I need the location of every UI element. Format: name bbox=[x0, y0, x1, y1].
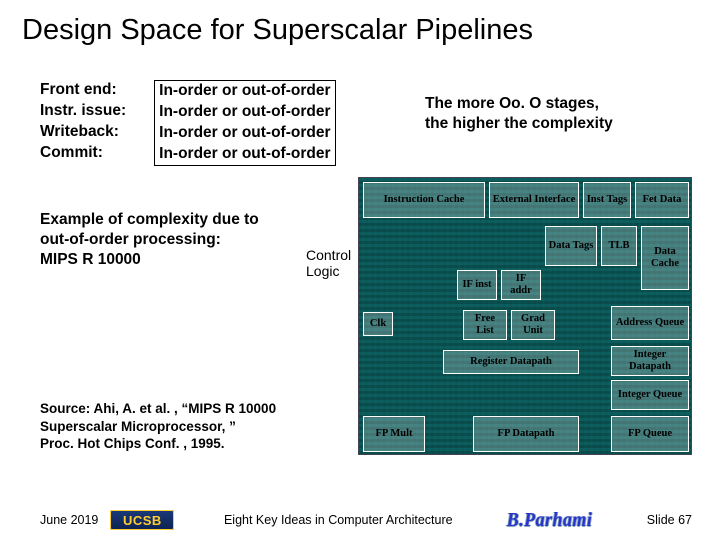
note-line: The more Oo. O stages, bbox=[425, 94, 613, 114]
chip-block-grad-unit: Grad Unit bbox=[511, 310, 555, 340]
source-citation: Source: Ahi, A. et al. , “MIPS R 10000 S… bbox=[40, 400, 276, 453]
chip-block-tlb: TLB bbox=[601, 226, 637, 266]
chip-block-fp-mult: FP Mult bbox=[363, 416, 425, 452]
stage-label: Front end: bbox=[40, 80, 126, 101]
footer-date: June 2019 bbox=[40, 513, 98, 527]
source-line: Superscalar Microprocessor, ” bbox=[40, 418, 276, 436]
complexity-note: The more Oo. O stages, the higher the co… bbox=[425, 94, 613, 134]
chip-block-addr-queue: Address Queue bbox=[611, 306, 689, 340]
source-line: Proc. Hot Chips Conf. , 1995. bbox=[40, 435, 276, 453]
stage-labels-col: Front end: Instr. issue: Writeback: Comm… bbox=[40, 80, 126, 164]
source-line: Source: Ahi, A. et al. , “MIPS R 10000 bbox=[40, 400, 276, 418]
chip-block-free-list: Free List bbox=[463, 310, 507, 340]
stage-values-col: In-order or out-of-order In-order or out… bbox=[154, 80, 335, 166]
stage-label: Writeback: bbox=[40, 122, 126, 143]
chip-die-image: Instruction Cache External Interface Ins… bbox=[358, 177, 692, 455]
slide-title: Design Space for Superscalar Pipelines bbox=[0, 0, 720, 47]
footer-center: Eight Key Ideas in Computer Architecture bbox=[224, 513, 453, 527]
stage-value: In-order or out-of-order bbox=[159, 123, 330, 144]
chip-block-instr-cache: Instruction Cache bbox=[363, 182, 485, 218]
control-logic-label: Control Logic bbox=[306, 247, 351, 279]
chip-block-int-datapath: Integer Datapath bbox=[611, 346, 689, 376]
example-line: MIPS R 10000 bbox=[40, 250, 259, 270]
chip-block-if-addr: IF addr bbox=[501, 270, 541, 300]
stage-value: In-order or out-of-order bbox=[159, 81, 330, 102]
chip-block-ext-if: External Interface bbox=[489, 182, 579, 218]
chip-block-fp-queue: FP Queue bbox=[611, 416, 689, 452]
note-line: the higher the complexity bbox=[425, 114, 613, 134]
footer-author: B.Parhami bbox=[507, 510, 593, 530]
chip-block-if-inst: IF inst bbox=[457, 270, 497, 300]
footer-left: June 2019 UCSB bbox=[40, 510, 174, 530]
footer-slide-number: Slide 67 bbox=[647, 513, 692, 527]
chip-block-inst-tags: Inst Tags bbox=[583, 182, 631, 218]
stage-label: Instr. issue: bbox=[40, 101, 126, 122]
chip-block-data-cache: Data Cache bbox=[641, 226, 689, 290]
chip-block-data-tags: Data Tags bbox=[545, 226, 597, 266]
chip-block-fet-data: Fet Data bbox=[635, 182, 689, 218]
stage-value: In-order or out-of-order bbox=[159, 144, 330, 165]
ucsb-logo: UCSB bbox=[110, 510, 174, 530]
example-text: Example of complexity due to out-of-orde… bbox=[40, 210, 259, 270]
stage-label: Commit: bbox=[40, 143, 126, 164]
chip-block-clk: Clk bbox=[363, 312, 393, 336]
example-line: Example of complexity due to bbox=[40, 210, 259, 230]
example-line: out-of-order processing: bbox=[40, 230, 259, 250]
slide-footer: June 2019 UCSB Eight Key Ideas in Comput… bbox=[0, 510, 720, 530]
stage-value: In-order or out-of-order bbox=[159, 102, 330, 123]
stage-table: Front end: Instr. issue: Writeback: Comm… bbox=[40, 80, 336, 166]
chip-block-reg-datapath: Register Datapath bbox=[443, 350, 579, 374]
chip-block-fp-datapath: FP Datapath bbox=[473, 416, 579, 452]
chip-block-int-queue: Integer Queue bbox=[611, 380, 689, 410]
